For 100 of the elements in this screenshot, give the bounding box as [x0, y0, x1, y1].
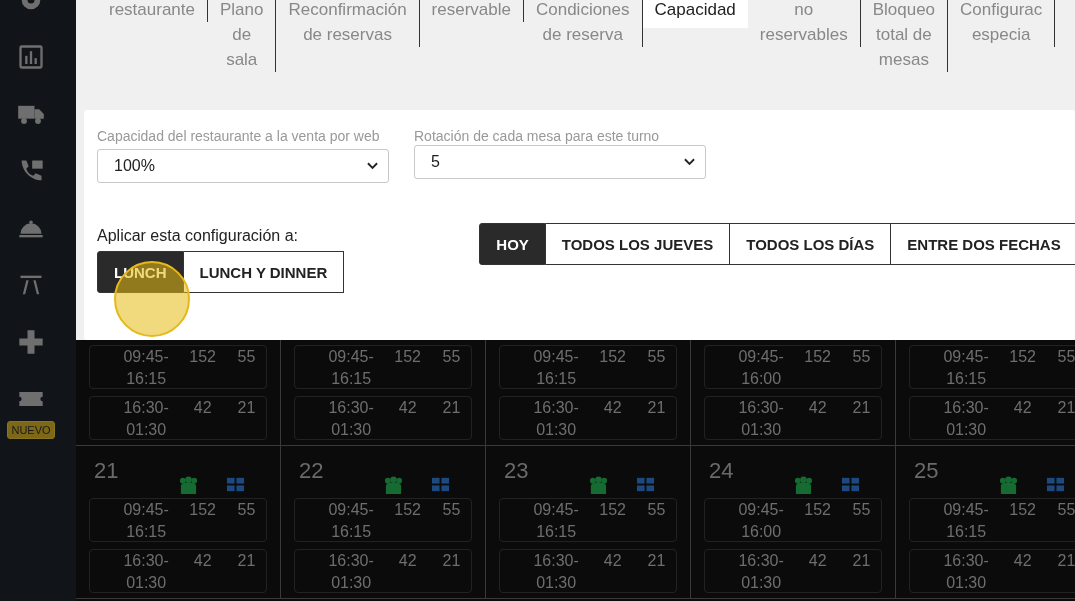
covers-count: 152 — [598, 500, 627, 520]
shift-time: 09:45-16:15 — [327, 500, 375, 542]
select-field[interactable]: 5 — [414, 145, 706, 179]
day-number: 23 — [504, 458, 529, 484]
tables-count: 21 — [646, 551, 667, 571]
shift-time: 09:45-16:15 — [122, 500, 170, 542]
covers-count: 152 — [188, 500, 217, 520]
shift-row[interactable]: 09:45-16:15 152 55 — [294, 498, 472, 542]
shift-row[interactable]: 09:45-16:15 152 55 — [909, 498, 1075, 542]
shift-row[interactable]: 16:30-01:30 42 21 — [909, 396, 1075, 440]
tables-count: 21 — [236, 398, 257, 418]
shift-row[interactable]: 16:30-01:30 42 21 — [909, 549, 1075, 593]
calendar-cell[interactable]: 24 09:45-16:00 152 55 16:30-01:30 42 21 — [691, 446, 896, 598]
covers-count: 42 — [807, 551, 828, 571]
shift-row[interactable]: 09:45-16:15 152 55 — [294, 345, 472, 389]
people-icon — [794, 475, 813, 494]
shift-time: 16:30-01:30 — [122, 551, 170, 593]
tables-count: 21 — [1056, 551, 1075, 571]
calendar-cell[interactable]: 22 09:45-16:15 152 55 16:30-01:30 42 21 — [281, 446, 486, 598]
tables-count: 21 — [851, 551, 872, 571]
segment-button[interactable]: ENTRE DOS FECHAS — [891, 223, 1075, 265]
covers-count: 42 — [397, 398, 418, 418]
covers-count: 42 — [1012, 551, 1033, 571]
shift-row[interactable]: 16:30-01:30 42 21 — [499, 396, 677, 440]
people-icon — [999, 475, 1018, 494]
shift-time: 09:45-16:15 — [122, 347, 170, 389]
shift-row[interactable]: 16:30-01:30 42 21 — [89, 396, 267, 440]
shift-row[interactable]: 16:30-01:30 42 21 — [499, 549, 677, 593]
grid-icon — [636, 475, 655, 494]
covers-count: 152 — [1008, 347, 1037, 367]
tab[interactable]: no reservables — [747, 0, 861, 47]
tables-count: 55 — [851, 347, 872, 367]
shift-row[interactable]: 09:45-16:00 152 55 — [704, 498, 882, 542]
tables-count: 55 — [646, 347, 667, 367]
grid-icon — [841, 475, 860, 494]
calendar-cell[interactable]: 25 09:45-16:15 152 55 16:30-01:30 42 21 — [896, 446, 1075, 598]
tab[interactable]: Capacidad — [642, 0, 748, 28]
tables-count: 21 — [441, 551, 462, 571]
new-badge: NUEVO — [7, 421, 55, 439]
day-number: 22 — [299, 458, 324, 484]
people-icon — [179, 475, 198, 494]
shift-row[interactable]: 16:30-01:30 42 21 — [704, 549, 882, 593]
tables-count: 55 — [1056, 500, 1075, 520]
covers-count: 152 — [393, 347, 422, 367]
tables-count: 55 — [646, 500, 667, 520]
shift-time: 16:30-01:30 — [122, 398, 170, 440]
tables-count: 55 — [236, 347, 257, 367]
shift-time: 16:30-01:30 — [942, 551, 990, 593]
day-number: 25 — [914, 458, 939, 484]
shift-row[interactable]: 16:30-01:30 42 21 — [294, 396, 472, 440]
shift-time: 09:45-16:00 — [737, 500, 785, 542]
tables-count: 55 — [441, 347, 462, 367]
shift-time: 16:30-01:30 — [737, 398, 785, 440]
segment-button[interactable]: TODOS LOS DÍAS — [730, 223, 892, 265]
grid-icon — [226, 475, 245, 494]
segment-button[interactable]: TODOS LOS JUEVES — [545, 223, 731, 265]
tab[interactable]: restaurante — [97, 0, 208, 22]
tables-count: 21 — [236, 551, 257, 571]
tab[interactable]: Condiciones de reserva — [523, 0, 643, 47]
calendar-cell[interactable]: 21 09:45-16:15 152 55 16:30-01:30 42 21 — [76, 446, 281, 598]
shift-row[interactable]: 16:30-01:30 42 21 — [294, 549, 472, 593]
covers-count: 152 — [598, 347, 627, 367]
shift-time: 09:45-16:15 — [532, 347, 580, 389]
tab[interactable]: Reconfirmación de reservas — [276, 0, 420, 47]
segment-button[interactable]: LUNCH Y DINNER — [183, 251, 345, 293]
covers-count: 152 — [393, 500, 422, 520]
shift-row[interactable]: 16:30-01:30 42 21 — [89, 549, 267, 593]
covers-count: 152 — [803, 500, 832, 520]
apply-label: Aplicar esta configuración a: — [97, 227, 299, 245]
shift-row[interactable]: 09:45-16:15 152 55 — [89, 345, 267, 389]
shift-time: 16:30-01:30 — [942, 398, 990, 440]
dpad-icon[interactable] — [17, 328, 45, 356]
covers-count: 152 — [803, 347, 832, 367]
tab[interactable]: Configurac especia — [948, 0, 1056, 47]
covers-count: 42 — [602, 551, 623, 571]
shift-time: 16:30-01:30 — [532, 551, 580, 593]
covers-count: 152 — [1008, 500, 1037, 520]
shift-row[interactable]: 09:45-16:15 152 55 — [499, 345, 677, 389]
bar-chart-icon[interactable] — [17, 43, 45, 71]
shift-time: 09:45-16:00 — [737, 347, 785, 389]
covers-count: 42 — [1012, 398, 1033, 418]
shift-time: 16:30-01:30 — [532, 398, 580, 440]
shift-row[interactable]: 09:45-16:15 152 55 — [909, 345, 1075, 389]
shift-row[interactable]: 16:30-01:30 42 21 — [704, 396, 882, 440]
calendar-cell[interactable]: 23 09:45-16:15 152 55 16:30-01:30 42 21 — [486, 446, 691, 598]
select-field[interactable]: 100% — [97, 149, 389, 183]
people-icon — [589, 475, 608, 494]
shift-row[interactable]: 09:45-16:00 152 55 — [704, 345, 882, 389]
tab[interactable]: Bloqueo total de mesas — [860, 0, 949, 72]
tab[interactable]: Plano de sala — [208, 0, 277, 72]
shift-row[interactable]: 09:45-16:15 152 55 — [499, 498, 677, 542]
tab[interactable]: reservable — [419, 0, 524, 22]
field-label: Capacidad del restaurante a la venta por web — [97, 127, 381, 146]
tables-count: 55 — [1056, 347, 1075, 367]
chevron-down-icon — [367, 162, 378, 170]
shift-row[interactable]: 09:45-16:15 152 55 — [89, 498, 267, 542]
shift-time: 09:45-16:15 — [942, 347, 990, 389]
shift-time: 16:30-01:30 — [737, 551, 785, 593]
segment-button[interactable]: HOY — [479, 223, 546, 265]
tables-count: 21 — [851, 398, 872, 418]
